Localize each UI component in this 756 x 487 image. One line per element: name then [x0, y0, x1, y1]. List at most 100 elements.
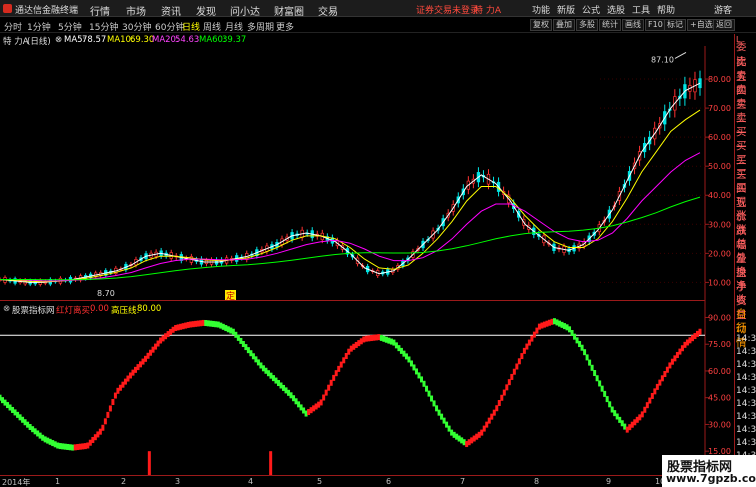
indicator-bar-up — [103, 418, 107, 425]
menu-item-tools[interactable]: 工具 — [632, 3, 650, 16]
sidebar-item: 14:35 — [736, 386, 756, 396]
add-watchlist-button[interactable]: +自选 — [687, 19, 716, 31]
ma20-line — [0, 152, 701, 282]
adjust-button[interactable]: 复权 — [530, 19, 552, 31]
indicator-bar-down — [605, 396, 609, 403]
indicator-bar-up — [502, 389, 506, 396]
indicator-bar-up — [510, 373, 514, 380]
indicator-bar-up — [517, 358, 521, 365]
f10-button[interactable]: F10 — [645, 19, 666, 31]
multi-stock-button[interactable]: 多股 — [576, 19, 598, 31]
x-tick: 8 — [534, 477, 540, 486]
ma5-line — [0, 82, 701, 283]
indicator-bar-up — [497, 400, 501, 407]
back-button[interactable]: 返回 — [713, 19, 735, 31]
indicator-bar-up — [512, 368, 516, 375]
menu-item-functions[interactable]: 功能 — [532, 3, 550, 16]
menu-item-trade[interactable]: 交易 — [318, 3, 338, 18]
indicator-bar-down — [600, 385, 604, 392]
current-stock-name: 特 力A — [474, 6, 502, 16]
app-logo-icon — [3, 4, 12, 13]
indicator-bar-up — [520, 353, 524, 360]
indicator-bar-up — [500, 394, 504, 401]
period-1min[interactable]: 1分钟 — [27, 20, 51, 33]
price-tick-label: 20.00 — [708, 249, 731, 258]
menu-item-news[interactable]: 资讯 — [161, 3, 181, 18]
app-title: 通达信金融终端 — [15, 6, 79, 16]
x-tick: 6 — [386, 477, 392, 486]
draw-line-button[interactable]: 画线 — [622, 19, 644, 31]
time-axis: 2014年 1 2 3 4 5 6 7 8 9 10 — [0, 475, 734, 487]
sidebar-item: 14:35 — [736, 399, 756, 409]
indicator-bar-down — [585, 354, 589, 361]
statistics-button[interactable]: 统计 — [599, 19, 621, 31]
indicator-chart[interactable]: 90.0075.0060.0045.0030.0015.00 — [0, 301, 734, 475]
menu-item-stock-picker[interactable]: 选股 — [607, 3, 625, 16]
sidebar-item: 14:35 — [736, 412, 756, 422]
x-tick: 2 — [121, 477, 127, 486]
main-chart-header: 特 力A (日线) ⊗ MA5: 78.57 MA10: 69.30 MA20:… — [0, 34, 705, 47]
menu-item-help[interactable]: 帮助 — [657, 3, 675, 16]
settings-icon[interactable]: ⊗ — [55, 35, 62, 45]
menu-item-formula[interactable]: 公式 — [582, 3, 600, 16]
sidebar-item: 14:35 — [736, 373, 756, 383]
price-chart[interactable]: 80.00 70.00 60.00 50.00 40.00 30.00 20.00 10.00… — [0, 46, 734, 301]
ma5-value: 78.57 — [82, 35, 107, 45]
ma10-value: 69.30 — [130, 35, 155, 45]
ma20-value: 54.63 — [175, 35, 200, 45]
menu-item-quotes[interactable]: 行情 — [90, 3, 110, 18]
ma10-line — [0, 109, 701, 283]
indicator-bar-up — [495, 405, 499, 412]
menu-item-assistant[interactable]: 问小达 — [230, 3, 260, 18]
menu-item-market[interactable]: 市场 — [126, 3, 146, 18]
indicator-bar-down — [598, 380, 602, 387]
indicator-tick-label: 45.00 — [708, 394, 731, 403]
mark-button[interactable]: 标记 — [664, 19, 686, 31]
menu-item-new-version[interactable]: 新版 — [557, 3, 575, 16]
indicator-tick-label: 75.00 — [708, 340, 731, 349]
period-30min[interactable]: 30分钟 — [122, 20, 151, 33]
indicator-bar-down — [588, 359, 592, 366]
price-tick-label: 40.00 — [708, 191, 731, 200]
period-multi[interactable]: 多周期 — [247, 20, 274, 33]
low-price-label: 8.70 — [97, 289, 115, 298]
x-tick: 7 — [460, 477, 466, 486]
period-5min[interactable]: 5分钟 — [58, 20, 82, 33]
period-more[interactable]: 更多 — [276, 20, 294, 33]
ma60-line — [0, 196, 701, 281]
watermark-url: www.7gpzb.com — [666, 472, 756, 485]
indicator-bar-down — [593, 370, 597, 377]
indicator-tick-label: 90.00 — [708, 313, 731, 322]
indicator-bar-up — [101, 424, 105, 431]
period-60min[interactable]: 60分钟 — [155, 20, 184, 33]
ma60-value: 39.37 — [222, 35, 247, 45]
period-tick[interactable]: 分时 — [4, 20, 22, 33]
signal-bar — [269, 451, 273, 475]
period-daily[interactable]: 日线 — [182, 20, 200, 33]
high-price-pointer — [674, 51, 687, 59]
high-price-label: 87.10 — [651, 55, 674, 64]
period-weekly[interactable]: 周线 — [203, 20, 221, 33]
sidebar-item: 14:34 — [736, 334, 756, 344]
x-tick: 3 — [175, 477, 181, 486]
menu-item-guest[interactable]: 游客 — [714, 3, 732, 16]
period-monthly[interactable]: 月线 — [225, 20, 243, 33]
login-status[interactable]: 证券交易未登录 — [416, 3, 479, 16]
menu-item-wealth-circle[interactable]: 财富圈 — [274, 3, 304, 18]
period-15min[interactable]: 15分钟 — [89, 20, 118, 33]
marker-badge-text: 定 — [226, 290, 235, 301]
sidebar-item: 14:35 — [736, 347, 756, 357]
indicator-bar-up — [108, 405, 112, 412]
price-tick-label: 50.00 — [708, 162, 731, 171]
menu-item-discover[interactable]: 发现 — [196, 3, 216, 18]
overlay-button[interactable]: 叠加 — [553, 19, 575, 31]
sidebar-item: 14:35 — [736, 425, 756, 435]
indicator-tick-label: 60.00 — [708, 367, 731, 376]
indicator-bar-down — [595, 375, 599, 382]
x-tick: 4 — [248, 477, 254, 486]
x-tick: 5 — [317, 477, 323, 486]
price-tick-label: 60.00 — [708, 133, 731, 142]
price-tick-label: 80.00 — [708, 75, 731, 84]
price-tick-label: 30.00 — [708, 220, 731, 229]
sidebar-item: 14:35 — [736, 360, 756, 370]
